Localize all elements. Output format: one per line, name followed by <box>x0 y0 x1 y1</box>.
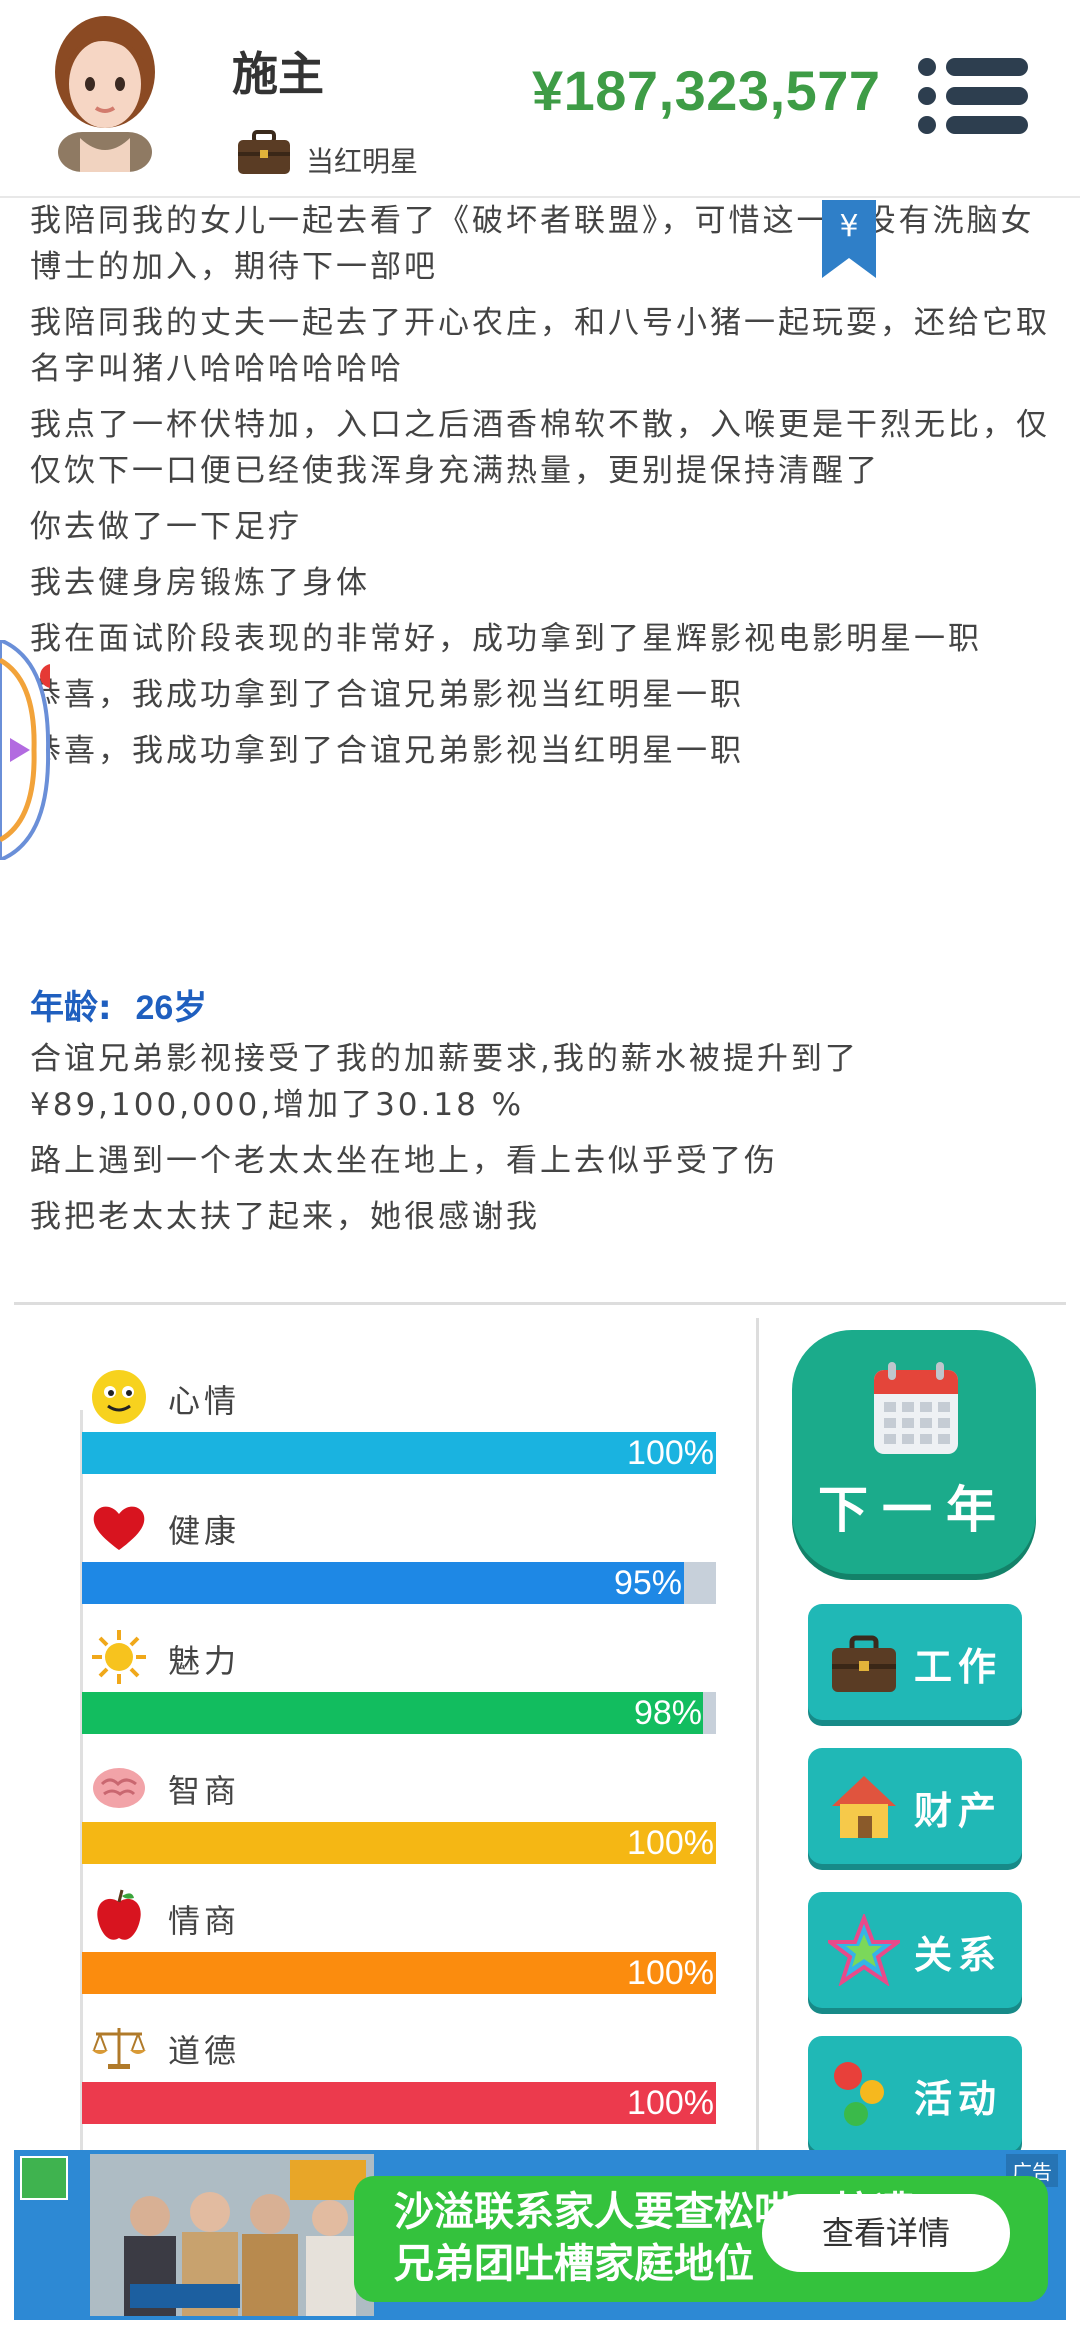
stat-label: 魅力 <box>168 1642 241 1680</box>
header: 施主 当红明星 ¥187,323,577 <box>0 0 1080 196</box>
log-line: 我在面试阶段表现的非常好，成功拿到了星辉影视电影明星一职 <box>30 621 982 657</box>
stat-bar: 95% <box>82 1562 716 1604</box>
stat-fill <box>82 1432 716 1474</box>
menu-icon[interactable] <box>918 54 1028 138</box>
section-divider <box>14 1302 1066 1305</box>
work-button[interactable]: 工作 <box>808 1604 1022 1720</box>
stat-mood: 心情 100% <box>82 1364 716 1494</box>
ad-logo-icon <box>20 2156 68 2200</box>
log-line: 我去健身房锻炼了身体 <box>30 565 370 601</box>
log-line: 路上遇到一个老太太坐在地上，看上去似乎受了伤 <box>30 1143 778 1179</box>
log-line: 我把老太太扶了起来，她很感谢我 <box>30 1199 540 1235</box>
job-title: 当红明星 <box>306 145 419 178</box>
stat-charm: 魅力 98% <box>82 1624 716 1754</box>
activity-icon <box>834 2062 884 2126</box>
stat-label: 道德 <box>168 2032 241 2070</box>
stat-percent: 100% <box>627 2084 714 2122</box>
yuan-bookmark-icon[interactable]: ¥ <box>822 200 876 278</box>
sun-icon <box>92 1630 146 1684</box>
stat-label: 健康 <box>168 1512 241 1550</box>
stat-fill <box>82 1822 716 1864</box>
player-name: 施主 <box>232 47 324 101</box>
next-year-button[interactable]: 下一年 <box>792 1330 1036 1574</box>
stat-bar: 100% <box>82 1432 716 1474</box>
scales-icon <box>92 2028 146 2069</box>
log-line: 我陪同我的丈夫一起去了开心农庄，和八号小猪一起玩耍，还给它取名字叫猪八哈哈哈哈哈… <box>30 305 1050 387</box>
log-line: 恭喜，我成功拿到了合谊兄弟影视当红明星一职 <box>30 733 744 769</box>
smiley-icon <box>92 1370 146 1424</box>
next-year-label: 下一年 <box>818 1481 1010 1539</box>
activity-button[interactable]: 活动 <box>808 2036 1022 2152</box>
work-label: 工作 <box>914 1645 1003 1689</box>
svg-text:¥: ¥ <box>839 209 858 244</box>
relations-button[interactable]: 关系 <box>808 1892 1022 2008</box>
stat-fill <box>82 1562 685 1604</box>
log-line: 我陪同我的女儿一起去看了《破坏者联盟》，可惜这一部没有洗脑女博士的加入，期待下一… <box>30 203 1035 285</box>
property-label: 财产 <box>914 1789 1003 1833</box>
stat-fill <box>82 1692 704 1734</box>
apple-icon <box>97 1889 141 1940</box>
log-line: 你去做了一下足疗 <box>30 509 302 545</box>
heart-icon <box>93 1506 145 1550</box>
ad-banner[interactable]: 广告 沙溢联系家人要查松哄，惊遭 兄弟团吐槽家庭地位 查看详情 <box>14 2150 1066 2320</box>
age-display: 年龄: 26岁 <box>30 980 207 1029</box>
money-display: ¥187,323,577 <box>532 59 881 122</box>
stat-label: 心情 <box>168 1382 241 1420</box>
stat-percent: 100% <box>627 1434 714 1472</box>
stat-percent: 98% <box>633 1694 702 1732</box>
ad-photo <box>90 2154 374 2316</box>
event-log: 我陪同我的女儿一起去看了《破坏者联盟》，可惜这一部没有洗脑女博士的加入，期待下一… <box>30 198 1050 784</box>
briefcase-icon <box>832 1635 896 1692</box>
stat-fill <box>82 2082 716 2124</box>
event-log-current: 合谊兄弟影视接受了我的加薪要求,我的薪水被提升到了¥89,100,000,增加了… <box>30 1036 1060 1250</box>
star-icon <box>828 1914 900 1986</box>
stat-fill <box>82 1952 716 1994</box>
stat-health: 健康 95% <box>82 1494 716 1624</box>
age-label: 年龄: <box>30 988 112 1028</box>
relations-label: 关系 <box>914 1933 1003 1977</box>
avatar[interactable] <box>40 12 170 172</box>
stat-label: 情商 <box>168 1902 241 1940</box>
activity-label: 活动 <box>914 2077 1003 2121</box>
stat-morality: 道德 100% <box>82 2014 716 2144</box>
stat-percent: 95% <box>613 1564 682 1602</box>
stat-bar: 100% <box>82 1822 716 1864</box>
log-line: 我点了一杯伏特加，入口之后酒香棉软不散，入喉更是干烈无比，仅仅饮下一口便已经使我… <box>30 407 1050 489</box>
stat-bar: 100% <box>82 1952 716 1994</box>
house-icon <box>832 1776 896 1838</box>
log-line: 合谊兄弟影视接受了我的加薪要求,我的薪水被提升到了¥89,100,000,增加了… <box>30 1041 859 1123</box>
property-button[interactable]: 财产 <box>808 1748 1022 1864</box>
stat-eq: 情商 100% <box>82 1884 716 2014</box>
column-divider <box>756 1318 759 2150</box>
stat-bar: 98% <box>82 1692 716 1734</box>
stat-percent: 100% <box>627 1824 714 1862</box>
brain-icon <box>93 1768 145 1808</box>
stat-bar: 100% <box>82 2082 716 2124</box>
ad-details-button[interactable]: 查看详情 <box>762 2194 1010 2272</box>
log-line: 恭喜，我成功拿到了合谊兄弟影视当红明星一职 <box>30 677 744 713</box>
ad-photo-image <box>90 2154 374 2316</box>
side-tab-icon[interactable] <box>0 640 50 860</box>
stat-percent: 100% <box>627 1954 714 1992</box>
stat-label: 智商 <box>168 1772 241 1810</box>
age-value: 26岁 <box>135 989 208 1027</box>
calendar-icon <box>874 1362 958 1454</box>
stat-iq: 智商 100% <box>82 1754 716 1884</box>
briefcase-icon <box>238 130 290 174</box>
